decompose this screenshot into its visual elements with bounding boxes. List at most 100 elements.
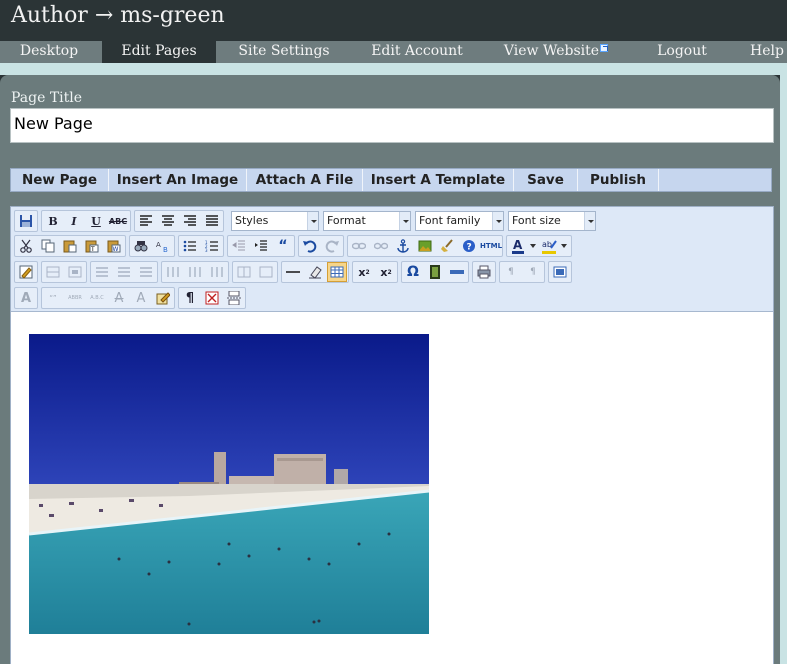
indent-icon[interactable] [251,236,271,256]
undo-icon[interactable] [300,236,320,256]
insert-col-after-icon[interactable] [185,262,205,282]
superscript-icon[interactable]: x2 [376,262,396,282]
forecolor-icon[interactable]: A [508,236,528,256]
chevron-down-icon[interactable] [528,236,538,256]
align-center-icon[interactable] [158,211,178,231]
styles-select[interactable]: Styles [231,211,319,231]
image-icon[interactable] [415,236,435,256]
link-icon[interactable] [349,236,369,256]
nav-edit-account[interactable]: Edit Account [357,41,477,63]
insert-image-button[interactable]: Insert An Image [109,169,247,191]
redo-icon[interactable] [322,236,342,256]
nav-help[interactable]: Help [744,41,787,63]
pagebreak-icon[interactable] [224,288,244,308]
copy-icon[interactable] [38,236,58,256]
page-title-input[interactable]: New Page [10,108,774,143]
styles-select-label: Styles [235,214,269,227]
edit-icon[interactable] [16,262,36,282]
app-title: Author → ms-green [11,3,225,28]
font-family-select[interactable]: Font family [415,211,504,231]
chevron-down-icon [584,212,595,230]
editor-toolbar: B I U ABC Styles Format Font family Font… [11,207,773,312]
svg-text:T: T [90,246,95,253]
find-icon[interactable] [131,236,151,256]
nav-view-website[interactable]: View Website [496,41,616,63]
insert-row-after-icon[interactable] [114,262,134,282]
nav-edit-pages[interactable]: Edit Pages [102,41,216,63]
right-border [780,75,787,664]
svg-text:W: W [113,246,119,253]
hr-icon[interactable] [283,262,303,282]
bullet-list-icon[interactable] [180,236,200,256]
cut-icon[interactable] [16,236,36,256]
underline-icon[interactable]: U [86,211,106,231]
paste-icon[interactable] [60,236,80,256]
new-page-button[interactable]: New Page [11,169,109,191]
ltr-icon[interactable]: ¶ [501,262,521,282]
wysiwyg-editor: B I U ABC Styles Format Font family Font… [10,206,774,664]
italic-icon[interactable]: I [64,211,84,231]
visualchars-icon[interactable]: ¶ [180,288,200,308]
delete-row-icon[interactable] [136,262,156,282]
rtl-icon[interactable]: ¶ [523,262,543,282]
align-left-icon[interactable] [136,211,156,231]
remove-format-icon[interactable] [305,262,325,282]
split-cells-icon[interactable] [234,262,254,282]
publish-button[interactable]: Publish [578,169,659,191]
insert-template-button[interactable]: Insert A Template [363,169,514,191]
replace-icon[interactable]: AB [153,236,173,256]
abbr-icon[interactable]: ABBR [65,288,85,308]
chevron-down-icon [399,212,410,230]
nav-site-settings[interactable]: Site Settings [226,41,342,63]
page-title-label: Page Title [11,90,83,106]
insert-row-before-icon[interactable] [92,262,112,282]
nav-desktop[interactable]: Desktop [0,41,98,63]
attach-file-button[interactable]: Attach A File [247,169,363,191]
delete-col-icon[interactable] [207,262,227,282]
font-size-select[interactable]: Font size [508,211,596,231]
subscript-icon[interactable]: x2 [354,262,374,282]
ins-icon[interactable]: A [131,288,151,308]
format-select[interactable]: Format [323,211,411,231]
backcolor-icon[interactable]: ab [539,236,559,256]
html-icon[interactable]: HTML [480,236,502,256]
app-header: Author → ms-green [0,0,787,41]
numbered-list-icon[interactable]: 123 [202,236,222,256]
nonbreaking-icon[interactable] [202,288,222,308]
beach-photo[interactable] [29,334,429,634]
paste-text-icon[interactable]: T [82,236,102,256]
unlink-icon[interactable] [371,236,391,256]
table-cell-props-icon[interactable] [65,262,85,282]
outdent-icon[interactable] [229,236,249,256]
help-icon[interactable]: ? [459,236,479,256]
special-char-icon[interactable]: Ω [403,262,423,282]
paste-word-icon[interactable]: W [104,236,124,256]
align-right-icon[interactable] [180,211,200,231]
bold-icon[interactable]: B [43,211,63,231]
blockquote-icon[interactable]: “ [273,236,293,256]
save-button[interactable]: Save [514,169,578,191]
acronym-icon[interactable]: A.B.C [87,288,107,308]
merge-cells-icon[interactable] [256,262,276,282]
strikethrough-icon[interactable]: ABC [108,211,128,231]
media-icon[interactable] [425,262,445,282]
insert-col-before-icon[interactable] [163,262,183,282]
print-icon[interactable] [474,262,494,282]
anchor-icon[interactable] [393,236,413,256]
table-row-props-icon[interactable] [43,262,63,282]
svg-text:?: ? [467,243,472,253]
del-icon[interactable]: A [109,288,129,308]
styleprops-icon[interactable]: A [16,288,36,308]
chevron-down-icon[interactable] [559,236,569,256]
align-justify-icon[interactable] [202,211,222,231]
font-size-select-label: Font size [512,214,561,227]
nav-logout[interactable]: Logout [640,41,724,63]
cite-icon[interactable]: “” [43,288,63,308]
font-family-select-label: Font family [419,214,481,227]
hr-advanced-icon[interactable] [447,262,467,282]
fullscreen-icon[interactable] [550,262,570,282]
save-icon[interactable] [16,211,36,231]
cleanup-icon[interactable] [437,236,457,256]
table-icon[interactable] [327,262,347,282]
attribs-icon[interactable] [153,288,173,308]
